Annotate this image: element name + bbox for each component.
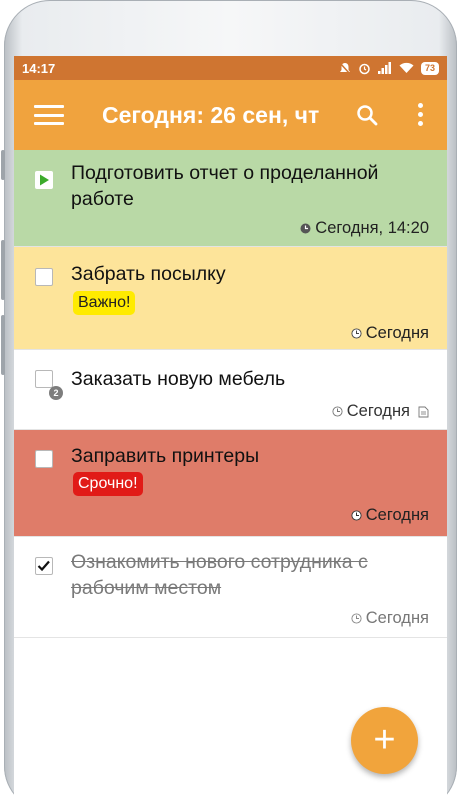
task-title: Подготовить отчет о проделанной работе xyxy=(71,162,379,210)
clock-icon xyxy=(351,510,362,521)
search-icon[interactable] xyxy=(356,104,378,126)
side-button xyxy=(1,150,5,180)
clock-icon xyxy=(351,328,362,339)
note-icon xyxy=(418,406,429,417)
no-notifications-icon xyxy=(339,61,351,75)
signal-icon xyxy=(377,62,391,74)
volume-down-button xyxy=(1,315,5,375)
clock-icon xyxy=(351,613,362,624)
volume-up-button xyxy=(1,240,5,300)
task-title: Забрать посылку xyxy=(71,263,226,285)
task-item[interactable]: Заправить принтеры Срочно! Сегодня xyxy=(14,430,447,537)
subtask-count-badge: 2 xyxy=(49,386,63,400)
clock-icon xyxy=(332,406,343,417)
task-due: Сегодня, 14:20 xyxy=(300,219,429,238)
task-item[interactable]: Подготовить отчет о проделанной работе С… xyxy=(14,150,447,247)
task-item[interactable]: Ознакомить нового сотрудника с рабочим м… xyxy=(14,537,447,638)
task-title: Заказать новую мебель xyxy=(71,368,286,390)
task-title: Заправить принтеры xyxy=(71,445,260,467)
status-time: 14:17 xyxy=(22,60,56,76)
task-checkbox[interactable] xyxy=(35,450,53,468)
wifi-icon xyxy=(399,62,414,73)
task-due: Сегодня xyxy=(351,324,429,343)
task-due: Сегодня xyxy=(351,506,429,525)
task-due-text: Сегодня xyxy=(365,506,429,524)
task-due: Сегодня xyxy=(351,609,429,628)
more-options-icon[interactable] xyxy=(417,103,423,127)
hamburger-menu-icon[interactable] xyxy=(34,105,64,125)
app-screen: 14:17 73 Сегодня: 26 сен, чт Подготовить… xyxy=(14,56,447,800)
page-title: Сегодня: 26 сен, чт xyxy=(102,101,320,128)
task-due-text: Сегодня xyxy=(365,324,429,342)
check-icon xyxy=(37,560,50,572)
task-checkbox[interactable] xyxy=(35,268,53,286)
add-task-button[interactable]: + xyxy=(351,707,418,774)
task-checkbox-checked[interactable] xyxy=(35,557,53,575)
task-due-text: Сегодня xyxy=(365,609,429,627)
clock-icon xyxy=(300,223,311,234)
tag-urgent: Срочно! xyxy=(73,472,143,496)
task-play-checkbox[interactable] xyxy=(35,171,53,189)
task-item[interactable]: 2 Заказать новую мебель Сегодня xyxy=(14,350,447,430)
alarm-icon xyxy=(359,63,370,74)
task-title: Ознакомить нового сотрудника с рабочим м… xyxy=(71,551,368,599)
tag-important: Важно! xyxy=(73,291,136,315)
task-due-text: Сегодня, 14:20 xyxy=(315,219,429,237)
play-icon xyxy=(40,174,49,186)
app-bar: Сегодня: 26 сен, чт xyxy=(14,80,447,150)
status-bar: 14:17 73 xyxy=(14,56,447,80)
task-checkbox[interactable] xyxy=(35,370,53,388)
task-due-text: Сегодня xyxy=(346,402,410,420)
task-due: Сегодня xyxy=(332,402,429,421)
battery-indicator: 73 xyxy=(420,61,439,75)
task-item[interactable]: Забрать посылку Важно! Сегодня xyxy=(14,247,447,350)
